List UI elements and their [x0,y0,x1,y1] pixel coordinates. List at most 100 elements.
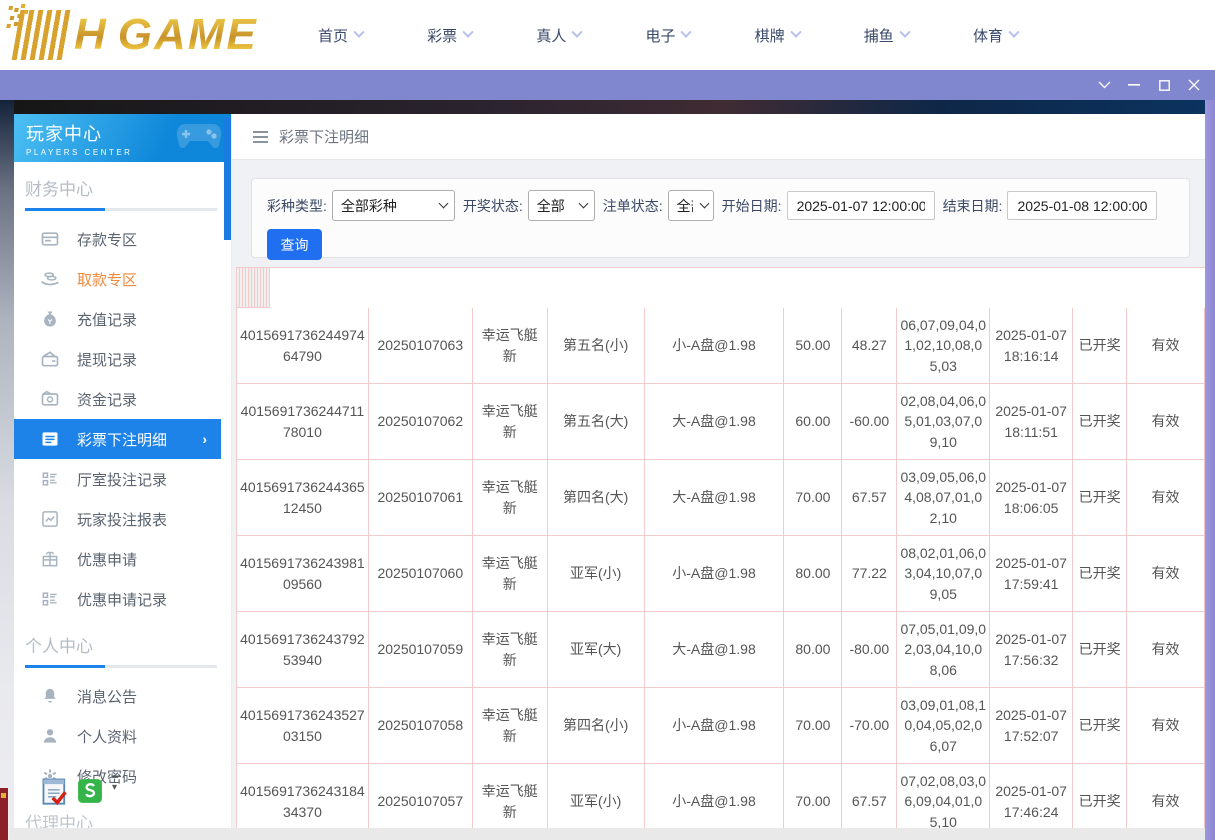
sidebar-item[interactable]: 优惠申请记录 [14,579,221,619]
sidebar-item[interactable]: 充值记录 [14,299,221,339]
nav-item[interactable]: 电子 [645,25,690,46]
window-scrollbar[interactable] [1205,100,1215,840]
person-icon [40,726,60,746]
nav-item-label: 体育 [973,25,1003,46]
cell-draw-status: 已开奖 [1073,384,1127,460]
order-filter-label: 注单状态: [603,196,663,216]
start-date-input[interactable] [787,191,935,220]
cell-order-no: 401569173624497464790 [237,308,369,384]
draw-select[interactable]: 全部 [528,190,595,221]
sidebar-item[interactable]: 消息公告 [14,676,221,716]
start-date-label: 开始日期: [722,196,782,216]
desktop-notepad-icon[interactable] [42,776,68,806]
menu-icon[interactable] [253,136,268,138]
cell-amount: 70.00 [784,688,842,764]
nav-item[interactable]: 真人 [536,25,581,46]
sidebar-item-label: 厅室投注记录 [77,469,167,490]
cell-issue: 20250107059 [369,612,473,688]
wallet-icon [40,349,60,369]
sidebar-item-label: 消息公告 [77,686,137,707]
sidebar-item-label: 优惠申请记录 [77,589,167,610]
sidebar-item-label: 个人资料 [77,726,137,747]
cell-draw-status: 已开奖 [1073,460,1127,536]
cell-lottery-name: 幸运飞艇新 [473,460,548,536]
cell-play: 亚军(小) [548,536,645,612]
collapse-icon[interactable] [1089,70,1119,100]
sidebar-item[interactable]: 取款专区 [14,259,221,299]
cell-bet-info: 小-A盘@1.98 [645,536,785,612]
desktop-notes-icon[interactable] [77,776,103,806]
nav-item[interactable]: 捕鱼 [864,25,909,46]
sidebar-item[interactable]: 厅室投注记录 [14,459,221,499]
cell-win-loss: -80.00 [842,612,897,688]
cell-bet-info: 大-A盘@1.98 [645,612,785,688]
cell-bet-info: 小-A盘@1.98 [645,688,785,764]
cell-bet-time: 2025-01-07 18:11:51 [990,384,1073,460]
logo-text-h: H [74,10,108,60]
nav-item[interactable]: 彩票 [427,25,472,46]
sidebar-scrollbar[interactable] [224,118,231,240]
nav-item[interactable]: 棋牌 [755,25,800,46]
sidebar-header: 玩家中心 PLAYERS CENTER [14,114,231,162]
nav-item[interactable]: 体育 [973,25,1018,46]
cell-issue: 20250107063 [369,308,473,384]
minimize-icon[interactable] [1119,70,1149,100]
cell-issue: 20250107058 [369,688,473,764]
table-body: 401569173624497464790 20250107063 幸运飞艇新 … [237,308,1205,840]
nav-item-label: 真人 [536,25,566,46]
cell-draw-result: 03,09,05,06,04,08,07,01,02,10 [897,460,990,536]
cell-lottery-name: 幸运飞艇新 [473,384,548,460]
bet-table: 401569173624497464790 20250107063 幸运飞艇新 … [236,267,1205,840]
content-header: 彩票下注明细 [232,114,1205,160]
filter-row: 彩种类型: 全部彩种 开奖状态: 全部 注单状态: 全部 开始日期: 结束日期: [259,190,1183,221]
sidebar-item-label: 资金记录 [77,389,137,410]
cell-order-status: 有效 [1127,688,1205,764]
cell-play: 第五名(小) [548,308,645,384]
chevron-down-icon [790,27,801,38]
sidebar-item[interactable]: 存款专区 [14,219,221,259]
sidebar-item[interactable]: 提现记录 [14,339,221,379]
cell-bet-time: 2025-01-07 18:16:14 [990,308,1073,384]
table-row: 401569173624379253940 20250107059 幸运飞艇新 … [237,612,1205,688]
cell-draw-result: 02,08,04,06,05,01,03,07,09,10 [897,384,990,460]
order-select-wrap: 全部 [668,190,714,221]
chevron-down-icon [899,27,910,38]
main-nav: 首页 彩票 真人 电子 棋牌 捕鱼 体育 [318,0,1018,70]
sidebar-item[interactable]: 资金记录 [14,379,221,419]
logo-bars-icon [12,10,75,60]
type-select[interactable]: 全部彩种 [332,190,455,221]
cell-amount: 60.00 [784,384,842,460]
sidebar-item[interactable]: 彩票下注明细 › [14,419,221,459]
table-row: 401569173624436512450 20250107061 幸运飞艇新 … [237,460,1205,536]
hall-list-icon [40,469,60,489]
draw-filter-label: 开奖状态: [463,196,523,216]
sidebar-item-label: 优惠申请 [77,549,137,570]
cell-order-no: 401569173624436512450 [237,460,369,536]
order-select[interactable]: 全部 [668,190,714,221]
sidebar-item[interactable]: 个人资料 [14,716,221,756]
desktop-icons-overlay: ▔▾ [42,776,124,806]
lottery-list-icon [40,429,60,449]
bell-icon [40,686,60,706]
sidebar-item[interactable]: 优惠申请 [14,539,221,579]
cell-bet-time: 2025-01-07 18:06:05 [990,460,1073,536]
end-date-input[interactable] [1007,191,1157,220]
nav-item[interactable]: 首页 [318,25,363,46]
cell-amount: 50.00 [784,308,842,384]
maximize-icon[interactable] [1149,70,1179,100]
cell-issue: 20250107061 [369,460,473,536]
sidebar-item[interactable]: 玩家投注报表 [14,499,221,539]
desktop-menu-icon[interactable]: ▔▾ [112,776,124,790]
end-date-label: 结束日期: [943,196,1003,216]
cell-order-no: 401569173624352703150 [237,688,369,764]
cell-issue: 20250107062 [369,384,473,460]
cell-draw-status: 已开奖 [1073,612,1127,688]
cell-order-status: 有效 [1127,384,1205,460]
close-icon[interactable] [1179,70,1209,100]
search-button[interactable]: 查询 [267,229,322,260]
sidebar-item-label: 彩票下注明细 [77,429,167,450]
cell-order-status: 有效 [1127,536,1205,612]
promo-list-icon [40,589,60,609]
nav-item-label: 捕鱼 [864,25,894,46]
section-underline [25,208,217,211]
